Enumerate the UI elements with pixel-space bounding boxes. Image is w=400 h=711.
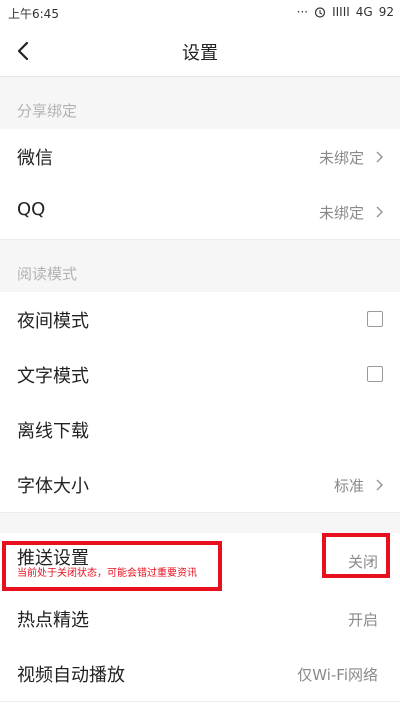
row-label: 离线下载	[17, 421, 89, 442]
row-label: 微信	[17, 148, 53, 169]
row-label: 字体大小	[17, 476, 89, 497]
row-qq[interactable]: QQ 未绑定	[0, 184, 400, 240]
chevron-right-icon	[376, 151, 384, 163]
status-icons: ··· IIIII 4G 92	[297, 5, 394, 19]
section-label-share: 分享绑定	[17, 102, 78, 120]
row-label: 夜间模式	[17, 311, 89, 332]
status-time: 上午6:45	[8, 7, 59, 21]
section-spacer	[0, 513, 400, 533]
header: 设置	[0, 26, 400, 77]
page-title: 设置	[182, 43, 218, 64]
section-header-reading: 阅读模式	[0, 240, 400, 292]
row-hot-picks[interactable]: 热点精选 开启	[0, 591, 400, 647]
night-mode-checkbox[interactable]	[367, 311, 383, 327]
row-value: 开启	[347, 611, 378, 629]
alarm-clock-icon	[314, 7, 326, 18]
row-label: 热点精选	[17, 610, 89, 631]
row-value: 标准	[333, 477, 364, 495]
text-mode-checkbox[interactable]	[367, 366, 383, 382]
chevron-right-icon	[376, 479, 384, 491]
chevron-right-icon	[376, 206, 384, 218]
row-value: 未绑定	[318, 149, 364, 167]
more-dots-icon: ···	[296, 5, 309, 19]
row-offline-download[interactable]: 离线下载	[0, 402, 400, 458]
row-night-mode[interactable]: 夜间模式	[0, 292, 400, 348]
section-label-reading: 阅读模式	[17, 265, 78, 283]
row-label: QQ	[17, 199, 46, 220]
highlight-push-label	[2, 541, 222, 591]
row-label: 视频自动播放	[17, 665, 125, 686]
battery-level: 92	[378, 5, 394, 19]
row-value: 未绑定	[318, 204, 364, 222]
status-bar: 上午6:45 ··· IIIII 4G 92	[0, 0, 400, 26]
section-header-share: 分享绑定	[0, 77, 400, 129]
row-wechat[interactable]: 微信 未绑定	[0, 129, 400, 185]
signal-bars-icon: IIIII	[332, 5, 350, 19]
row-text-mode[interactable]: 文字模式	[0, 347, 400, 403]
row-font-size[interactable]: 字体大小 标准	[0, 457, 400, 513]
row-autoplay-video[interactable]: 视频自动播放 仅Wi-Fi网络	[0, 646, 400, 702]
row-value: 仅Wi-Fi网络	[297, 666, 378, 684]
highlight-push-value	[322, 533, 390, 578]
network-type: 4G	[355, 5, 373, 19]
row-label: 文字模式	[17, 366, 89, 387]
